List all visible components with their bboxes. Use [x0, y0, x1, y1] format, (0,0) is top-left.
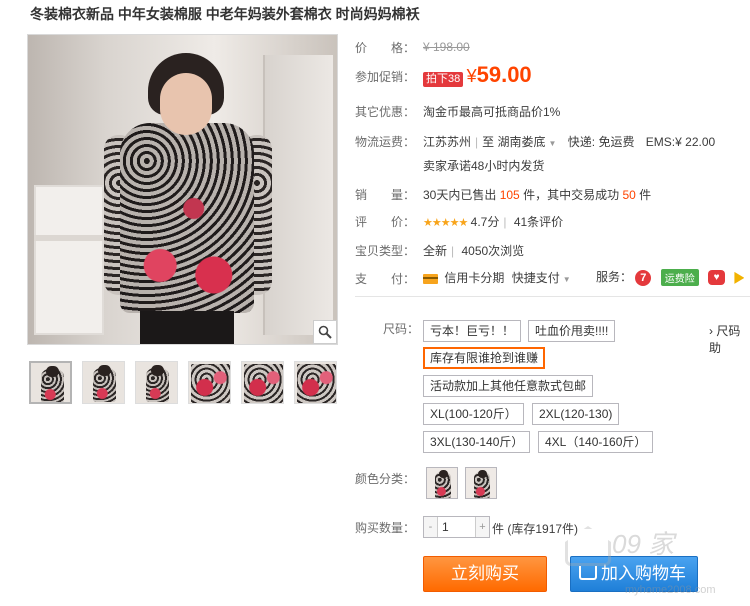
- color-swatch-1[interactable]: [426, 467, 458, 499]
- quantity-input[interactable]: 1: [437, 517, 476, 537]
- size-option[interactable]: 3XL(130-140斤）: [423, 431, 531, 453]
- stock-info: 件 (库存1917件): [492, 522, 579, 536]
- item-condition: 全新: [423, 244, 448, 258]
- rating-score: 4.7分: [470, 215, 500, 229]
- size-option[interactable]: 亏本！巨亏！！: [423, 320, 522, 342]
- shipping-insurance-icon[interactable]: 运费险: [660, 269, 699, 287]
- product-title: 冬装棉衣新品 中年女装棉服 中老年妈装外套棉衣 时尚妈妈棉袄: [30, 6, 420, 22]
- rating-row: ★★★★★ 4.7分 | 41条评价: [423, 215, 564, 229]
- thumbnail-3[interactable]: [135, 361, 178, 404]
- zoom-icon[interactable]: [313, 320, 337, 344]
- reviews-link[interactable]: 41条评价: [514, 215, 563, 229]
- size-option[interactable]: 2XL(120-130): [532, 403, 620, 425]
- original-price: ¥ 198.00: [423, 40, 470, 54]
- chevron-down-icon[interactable]: ▼: [563, 275, 571, 284]
- service-label: 服务：: [596, 270, 633, 284]
- ship-to-select[interactable]: 湖南娄底: [498, 135, 546, 149]
- watermark-url: myhome2008.com: [625, 584, 716, 596]
- payment-row: 信用卡分期 快捷支付 ▼: [423, 269, 571, 286]
- quantity-minus-button[interactable]: -: [424, 517, 437, 537]
- seven-day-return-icon[interactable]: 7: [635, 269, 652, 286]
- watermark-logo: 09 家: [612, 529, 675, 559]
- size-option[interactable]: 吐血价甩卖!!!!: [528, 320, 616, 342]
- promo-tag: 拍下38: [423, 72, 464, 87]
- quantity-label: 购买数量：: [355, 521, 416, 535]
- color-label: 颜色分类：: [355, 472, 416, 486]
- credit-card-icon: [423, 273, 438, 284]
- size-option-selected[interactable]: 库存有限谁抢到谁赚: [423, 347, 546, 369]
- thumbnail-6[interactable]: [294, 361, 337, 404]
- thumbnail-5[interactable]: [241, 361, 284, 404]
- promo-price-group: 拍下38 ¥59.00: [423, 62, 532, 88]
- sold-count: 105: [499, 188, 520, 202]
- stock-count: (库存1917件): [507, 522, 579, 536]
- price-label: 价 格：: [355, 41, 416, 55]
- main-product-image[interactable]: [27, 34, 338, 345]
- other-discount-label: 其它优惠：: [355, 105, 416, 119]
- quick-pay-link[interactable]: 快捷支付: [512, 271, 560, 285]
- promo-price: 59.00: [476, 62, 532, 87]
- quantity-plus-button[interactable]: +: [476, 517, 489, 537]
- service-row: 服务： 7 运费险 ♥: [596, 268, 745, 287]
- item-type-row: 全新 | 4050次浏览: [423, 244, 525, 258]
- size-option[interactable]: XL(100-120斤）: [423, 403, 524, 425]
- size-label: 尺码：: [383, 322, 420, 336]
- quantity-stepper: - 1 +: [423, 516, 490, 538]
- background-door: [263, 55, 333, 335]
- ship-from: 江苏苏州: [423, 135, 472, 149]
- logistics-label: 物流运费：: [355, 135, 416, 149]
- view-count: 4050次浏览: [461, 244, 525, 258]
- thumbnail-strip: [29, 361, 337, 404]
- chevron-down-icon[interactable]: ▼: [549, 139, 557, 148]
- size-option[interactable]: 活动款加上其他任意款式包邮: [423, 375, 594, 397]
- logistics-row: 江苏苏州 | 至 湖南娄底 ▼ 快递: 免运费 EMS:¥ 22.00: [423, 135, 716, 149]
- background-shelf: [34, 185, 104, 335]
- size-guide-link[interactable]: › 尺码助: [709, 322, 750, 356]
- success-count: 50: [622, 188, 636, 202]
- promo-label: 参加促销：: [355, 70, 416, 84]
- ems-fee: EMS:¥ 22.00: [645, 135, 716, 149]
- rating-label: 评 价：: [355, 215, 416, 229]
- ship-promise: 卖家承诺48小时内发货: [423, 159, 545, 173]
- buy-now-button[interactable]: 立刻购买: [423, 556, 547, 592]
- star-rating-icon: ★★★★★: [423, 217, 468, 229]
- add-to-cart-label: 加入购物车: [601, 564, 686, 583]
- installment-link[interactable]: 信用卡分期: [444, 271, 504, 285]
- thumbnail-2[interactable]: [82, 361, 125, 404]
- item-type-label: 宝贝类型：: [355, 244, 416, 258]
- sales-label: 销 量：: [355, 188, 416, 202]
- cart-icon: [579, 565, 597, 580]
- color-swatch-2[interactable]: [465, 467, 497, 499]
- heart-icon[interactable]: ♥: [708, 270, 726, 286]
- size-option[interactable]: 4XL（140-160斤）: [538, 431, 654, 453]
- thumbnail-4[interactable]: [188, 361, 231, 404]
- currency-symbol: ¥: [466, 66, 477, 86]
- section-divider: [355, 296, 750, 297]
- express-fee: 快递: 免运费: [567, 135, 635, 149]
- thumbnail-1[interactable]: [29, 361, 72, 404]
- payment-label: 支 付：: [355, 272, 416, 286]
- play-icon[interactable]: [734, 271, 745, 284]
- sales-row: 30天内已售出 105 件，其中交易成功 50 件: [423, 188, 652, 202]
- other-discount-text: 淘金币最高可抵商品价1%: [423, 105, 561, 119]
- model-coat: [120, 123, 254, 313]
